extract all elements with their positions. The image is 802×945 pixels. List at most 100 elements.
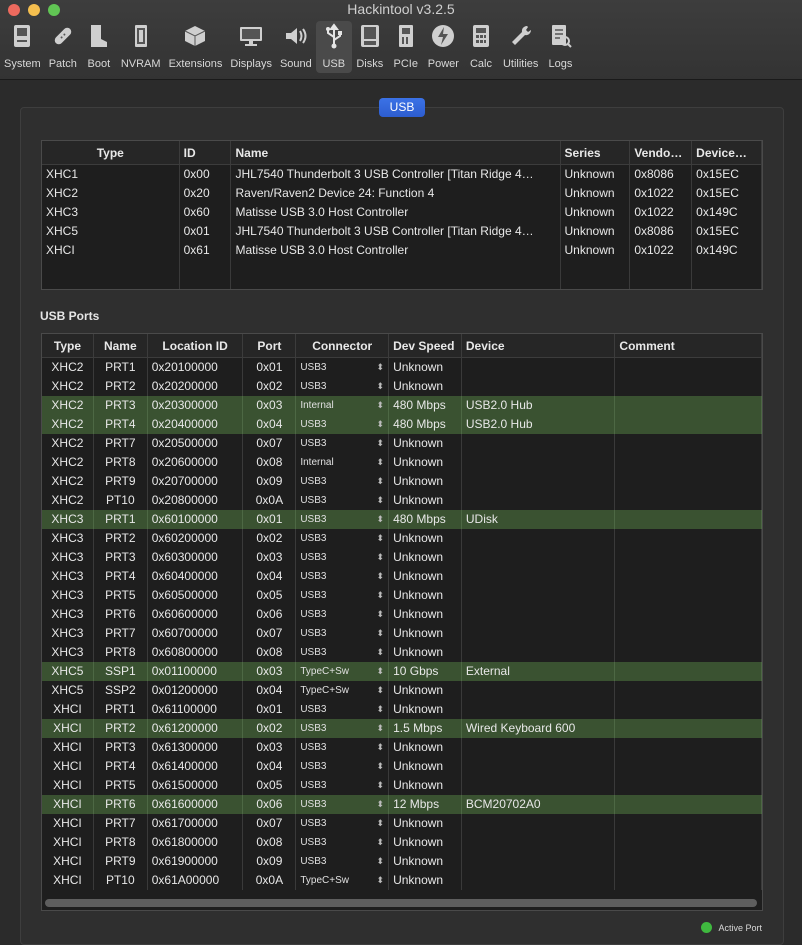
toolbar-sound-button[interactable]: Sound bbox=[276, 21, 316, 73]
controllers-column-header[interactable]: Vendo… bbox=[630, 141, 693, 164]
port-comment-cell[interactable] bbox=[615, 719, 762, 738]
connector-select[interactable]: USB3 ⬍ bbox=[296, 700, 390, 719]
tab-usb[interactable]: USB bbox=[379, 98, 425, 117]
toolbar-displays-button[interactable]: Displays bbox=[226, 21, 276, 73]
port-comment-cell[interactable] bbox=[615, 852, 762, 871]
port-comment-cell[interactable] bbox=[615, 662, 762, 681]
usb-port-row[interactable]: XHC2 PRT1 0x20100000 0x01 USB3 ⬍ Unknown bbox=[42, 358, 762, 377]
usb-port-row[interactable]: XHCI PRT9 0x61900000 0x09 USB3 ⬍ Unknown bbox=[42, 852, 762, 871]
controller-row[interactable]: XHC5 0x01 JHL7540 Thunderbolt 3 USB Contro… bbox=[42, 222, 762, 241]
port-comment-cell[interactable] bbox=[615, 624, 762, 643]
controllers-table[interactable]: Type ID Name Series Vendo… Device… XHC1 0x00 JH… bbox=[41, 140, 763, 290]
usb-port-row[interactable]: XHC3 PRT1 0x60100000 0x01 USB3 ⬍ 480 Mbps UDisk bbox=[42, 510, 762, 529]
toolbar-calc-button[interactable]: Calc bbox=[463, 21, 499, 73]
horizontal-scrollbar[interactable] bbox=[45, 899, 757, 907]
usb-ports-table[interactable]: Type Name Location ID Port Connector Dev Spee… bbox=[41, 333, 763, 911]
controller-row[interactable]: XHC3 0x60 Matisse USB 3.0 Host Controller U… bbox=[42, 203, 762, 222]
toolbar-patch-button[interactable]: Patch bbox=[45, 21, 81, 73]
usb-port-row[interactable]: XHCI PRT7 0x61700000 0x07 USB3 ⬍ Unknown bbox=[42, 814, 762, 833]
port-comment-cell[interactable] bbox=[615, 529, 762, 548]
ports-column-header[interactable]: Type bbox=[42, 334, 94, 357]
usb-port-row[interactable]: XHC3 PRT8 0x60800000 0x08 USB3 ⬍ Unknown bbox=[42, 643, 762, 662]
controller-row[interactable]: XHC2 0x20 Raven/Raven2 Device 24: Function… bbox=[42, 184, 762, 203]
usb-port-row[interactable]: XHC3 PRT6 0x60600000 0x06 USB3 ⬍ Unknown bbox=[42, 605, 762, 624]
usb-port-row[interactable]: XHC2 PRT4 0x20400000 0x04 USB3 ⬍ 480 Mbps USB2.… bbox=[42, 415, 762, 434]
usb-port-row[interactable]: XHCI PRT4 0x61400000 0x04 USB3 ⬍ Unknown bbox=[42, 757, 762, 776]
toolbar-system-button[interactable]: System bbox=[0, 21, 45, 73]
port-comment-cell[interactable] bbox=[615, 757, 762, 776]
connector-select[interactable]: USB3 ⬍ bbox=[296, 605, 390, 624]
port-comment-cell[interactable] bbox=[615, 586, 762, 605]
connector-select[interactable]: USB3 ⬍ bbox=[296, 510, 390, 529]
connector-select[interactable]: Internal ⬍ bbox=[296, 396, 390, 415]
ports-column-header[interactable]: Port bbox=[243, 334, 297, 357]
controllers-column-header[interactable]: ID bbox=[180, 141, 232, 164]
connector-select[interactable]: USB3 ⬍ bbox=[296, 586, 390, 605]
usb-port-row[interactable]: XHC2 PRT7 0x20500000 0x07 USB3 ⬍ Unknown bbox=[42, 434, 762, 453]
usb-port-row[interactable]: XHC3 PRT2 0x60200000 0x02 USB3 ⬍ Unknown bbox=[42, 529, 762, 548]
connector-select[interactable]: USB3 ⬍ bbox=[296, 491, 390, 510]
controllers-column-header[interactable]: Device… bbox=[692, 141, 762, 164]
usb-port-row[interactable]: XHC2 PRT9 0x20700000 0x09 USB3 ⬍ Unknown bbox=[42, 472, 762, 491]
ports-column-header[interactable]: Device bbox=[462, 334, 616, 357]
usb-port-row[interactable]: XHC5 SSP2 0x01200000 0x04 TypeC+Sw ⬍ Unknown bbox=[42, 681, 762, 700]
usb-port-row[interactable]: XHC3 PRT7 0x60700000 0x07 USB3 ⬍ Unknown bbox=[42, 624, 762, 643]
port-comment-cell[interactable] bbox=[615, 643, 762, 662]
toolbar-utilities-button[interactable]: Utilities bbox=[499, 21, 542, 73]
ports-column-header[interactable]: Comment bbox=[615, 334, 762, 357]
usb-port-row[interactable]: XHC2 PRT2 0x20200000 0x02 USB3 ⬍ Unknown bbox=[42, 377, 762, 396]
port-comment-cell[interactable] bbox=[615, 396, 762, 415]
port-comment-cell[interactable] bbox=[615, 795, 762, 814]
port-comment-cell[interactable] bbox=[615, 453, 762, 472]
port-comment-cell[interactable] bbox=[615, 434, 762, 453]
port-comment-cell[interactable] bbox=[615, 491, 762, 510]
connector-select[interactable]: USB3 ⬍ bbox=[296, 833, 390, 852]
controllers-column-header[interactable]: Series bbox=[561, 141, 631, 164]
ports-column-header[interactable]: Name bbox=[94, 334, 148, 357]
toolbar-boot-button[interactable]: Boot bbox=[81, 21, 117, 73]
toolbar-power-button[interactable]: Power bbox=[424, 21, 463, 73]
connector-select[interactable]: USB3 ⬍ bbox=[296, 548, 390, 567]
port-comment-cell[interactable] bbox=[615, 567, 762, 586]
connector-select[interactable]: USB3 ⬍ bbox=[296, 415, 390, 434]
port-comment-cell[interactable] bbox=[615, 377, 762, 396]
connector-select[interactable]: Internal ⬍ bbox=[296, 453, 390, 472]
usb-port-row[interactable]: XHCI PRT3 0x61300000 0x03 USB3 ⬍ Unknown bbox=[42, 738, 762, 757]
port-comment-cell[interactable] bbox=[615, 681, 762, 700]
port-comment-cell[interactable] bbox=[615, 700, 762, 719]
usb-port-row[interactable]: XHC3 PRT4 0x60400000 0x04 USB3 ⬍ Unknown bbox=[42, 567, 762, 586]
connector-select[interactable]: TypeC+Sw ⬍ bbox=[296, 662, 390, 681]
usb-port-row[interactable]: XHC2 PRT3 0x20300000 0x03 Internal ⬍ 480 Mbps U… bbox=[42, 396, 762, 415]
controllers-column-header[interactable]: Type bbox=[42, 141, 180, 164]
connector-select[interactable]: USB3 ⬍ bbox=[296, 377, 390, 396]
connector-select[interactable]: USB3 ⬍ bbox=[296, 852, 390, 871]
ports-column-header[interactable]: Connector bbox=[296, 334, 390, 357]
connector-select[interactable]: USB3 ⬍ bbox=[296, 719, 390, 738]
toolbar-disks-button[interactable]: Disks bbox=[352, 21, 388, 73]
connector-select[interactable]: TypeC+Sw ⬍ bbox=[296, 681, 390, 700]
port-comment-cell[interactable] bbox=[615, 871, 762, 890]
connector-select[interactable]: USB3 ⬍ bbox=[296, 624, 390, 643]
port-comment-cell[interactable] bbox=[615, 358, 762, 377]
connector-select[interactable]: USB3 ⬍ bbox=[296, 757, 390, 776]
controllers-column-header[interactable]: Name bbox=[231, 141, 561, 164]
port-comment-cell[interactable] bbox=[615, 738, 762, 757]
connector-select[interactable]: USB3 ⬍ bbox=[296, 738, 390, 757]
usb-port-row[interactable]: XHC3 PRT3 0x60300000 0x03 USB3 ⬍ Unknown bbox=[42, 548, 762, 567]
connector-select[interactable]: USB3 ⬍ bbox=[296, 776, 390, 795]
usb-port-row[interactable]: XHCI PRT8 0x61800000 0x08 USB3 ⬍ Unknown bbox=[42, 833, 762, 852]
usb-port-row[interactable]: XHC2 PT10 0x20800000 0x0A USB3 ⬍ Unknown bbox=[42, 491, 762, 510]
controller-row[interactable]: XHC1 0x00 JHL7540 Thunderbolt 3 USB Contro… bbox=[42, 165, 762, 184]
connector-select[interactable]: TypeC+Sw ⬍ bbox=[296, 871, 390, 890]
port-comment-cell[interactable] bbox=[615, 833, 762, 852]
connector-select[interactable]: USB3 ⬍ bbox=[296, 567, 390, 586]
port-comment-cell[interactable] bbox=[615, 510, 762, 529]
toolbar-pcie-button[interactable]: PCIe bbox=[388, 21, 424, 73]
ports-column-header[interactable]: Dev Speed bbox=[389, 334, 462, 357]
port-comment-cell[interactable] bbox=[615, 776, 762, 795]
controller-row[interactable]: XHCI 0x61 Matisse USB 3.0 Host Controller U… bbox=[42, 241, 762, 260]
usb-port-row[interactable]: XHCI PRT6 0x61600000 0x06 USB3 ⬍ 12 Mbps BCM207… bbox=[42, 795, 762, 814]
port-comment-cell[interactable] bbox=[615, 472, 762, 491]
usb-port-row[interactable]: XHCI PRT5 0x61500000 0x05 USB3 ⬍ Unknown bbox=[42, 776, 762, 795]
usb-port-row[interactable]: XHC3 PRT5 0x60500000 0x05 USB3 ⬍ Unknown bbox=[42, 586, 762, 605]
